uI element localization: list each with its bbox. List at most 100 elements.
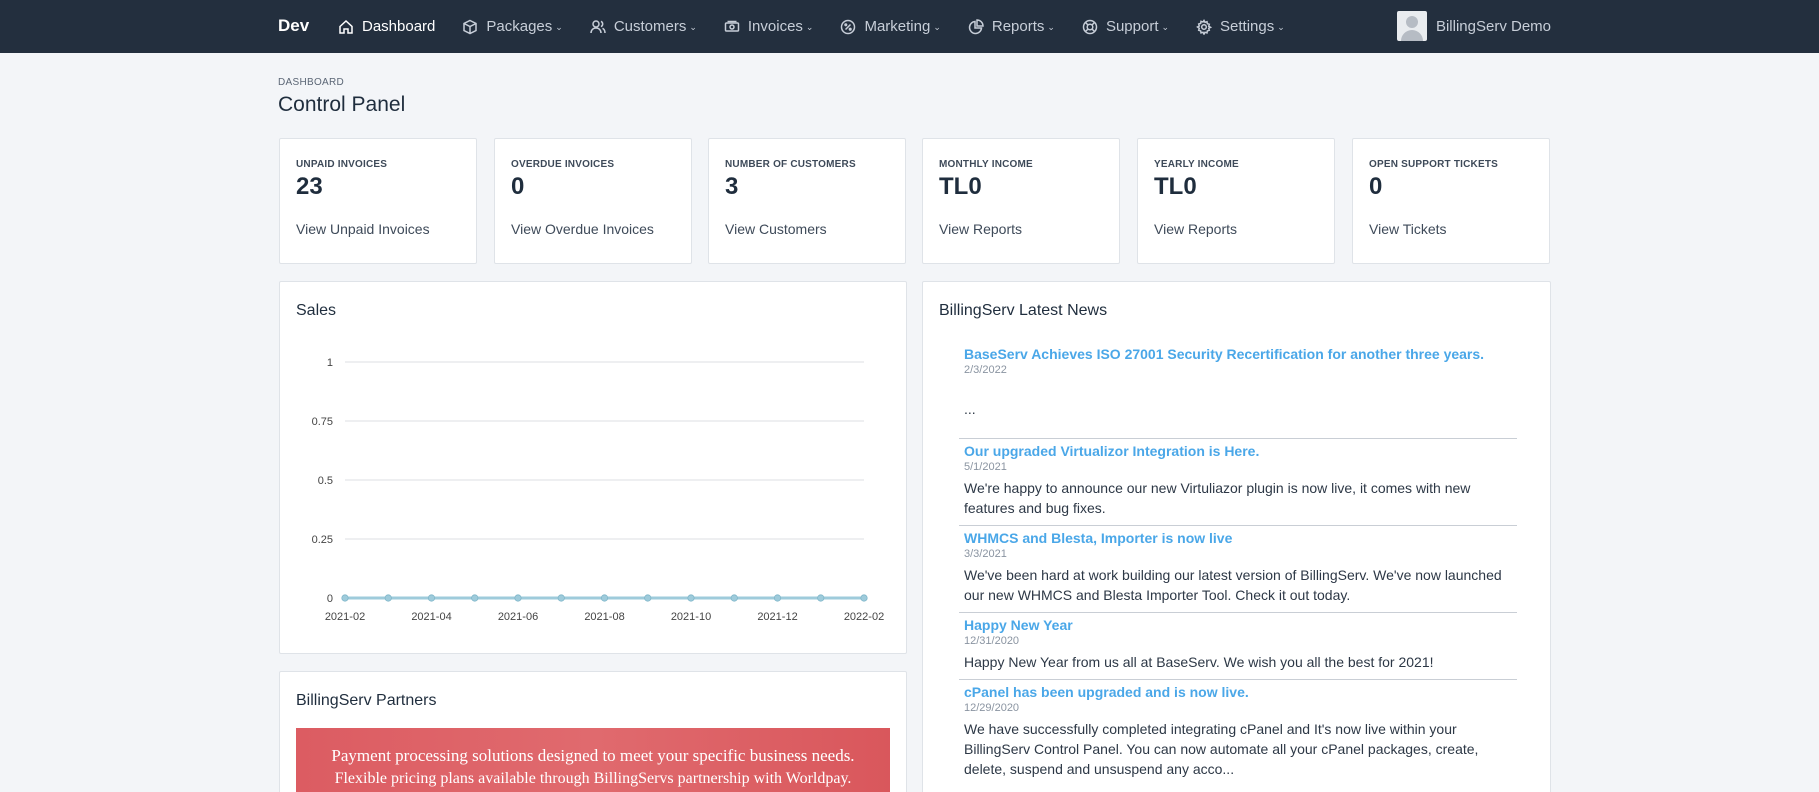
data-point [600,594,609,602]
news-item-date: 12/29/2020 [964,702,1020,714]
data-point [427,594,436,602]
brand-logo[interactable]: Dev [278,16,309,36]
news-item-body: We have successfully completed integrati… [964,721,1479,777]
stat-value: 0 [1369,173,1383,200]
stat-card-unpaid-invoices: UNPAID INVOICES 23 View Unpaid Invoices [279,138,477,264]
data-point [514,594,522,602]
data-point [687,594,695,602]
news-title: BillingServ Latest News [939,302,1108,319]
nav-label: Packages [486,18,553,35]
chevron-down-icon: ⌄ [555,22,563,32]
banner-line: Payment processing solutions designed to… [331,746,855,765]
data-point [384,594,392,602]
partner-banner[interactable]: Payment processing solutions designed to… [296,728,890,792]
stat-label: OPEN SUPPORT TICKETS [1369,159,1499,170]
news-item-body: ... [964,401,976,417]
data-point [817,594,825,602]
y-tick-label: 0.75 [312,416,333,428]
view-overdue-invoices-link[interactable]: View Overdue Invoices [511,221,654,237]
stat-label: YEARLY INCOME [1154,159,1239,170]
percent-icon [841,19,856,34]
data-point [471,594,479,602]
chevron-down-icon: ⌄ [1277,22,1285,32]
news-item-body: We're happy to announce our new Virtulia… [964,480,1471,516]
stat-card-customers: NUMBER OF CUSTOMERS 3 View Customers [708,138,906,264]
partners-panel: BillingServ Partners Payment processing … [279,671,907,792]
x-tick-label: 2022-02 [844,611,884,623]
stat-value: 23 [296,173,323,200]
stat-value: 3 [725,173,739,200]
data-point [773,594,782,602]
pie-chart-icon [968,18,984,34]
breadcrumb: DASHBOARD [278,77,345,88]
chevron-down-icon: ⌄ [805,22,814,32]
nav-label: Invoices [747,18,803,35]
y-tick-label: 0 [327,593,333,605]
nav-reports[interactable]: Reports ⌄ [968,18,1055,35]
view-reports-link[interactable]: View Reports [939,221,1022,237]
stat-card-support-tickets: OPEN SUPPORT TICKETS 0 View Tickets [1352,138,1550,264]
news-item-title[interactable]: cPanel has been upgraded and is now live… [964,684,1512,700]
sales-chart: 0 0.25 0.5 0.75 1 2021-02 2021-04 2021-06 2021-0… [312,357,885,623]
lifebuoy-icon [1082,19,1098,34]
data-point [341,594,349,602]
nav-label: Dashboard [362,18,436,35]
chevron-down-icon: ⌄ [1047,22,1055,32]
stat-label: OVERDUE INVOICES [511,159,615,170]
banner-line: Flexible pricing plans available through… [334,770,852,787]
nav-support[interactable]: Support ⌄ [1082,18,1169,35]
news-item-body: Happy New Year from us all at BaseServ. … [964,654,1434,670]
y-tick-label: 0.5 [318,475,333,487]
box-icon [463,19,478,34]
stat-value: TL0 [939,173,982,200]
nav-customers[interactable]: Customers ⌄ [590,18,697,35]
news-item-title[interactable]: BaseServ Achieves ISO 27001 Security Rec… [964,346,1512,362]
news-item: BaseServ Achieves ISO 27001 Security Rec… [959,342,1517,439]
news-item-title[interactable]: Our upgraded Virtualizor Integration is … [964,443,1512,459]
nav-marketing[interactable]: Marketing ⌄ [840,18,941,35]
news-item-title[interactable]: Happy New Year [964,617,1512,633]
view-reports-link[interactable]: View Reports [1154,221,1237,237]
nav-settings[interactable]: Settings ⌄ [1196,18,1285,35]
y-tick-label: 1 [327,357,333,369]
news-item-date: 3/3/2021 [964,548,1007,560]
news-item-title[interactable]: WHMCS and Blesta, Importer is now live [964,530,1512,546]
gear-icon [1196,18,1213,35]
view-tickets-link[interactable]: View Tickets [1369,221,1447,237]
y-tick-label: 0.25 [312,534,333,546]
stat-card-yearly-income: YEARLY INCOME TL0 View Reports [1137,138,1335,264]
news-item: WHMCS and Blesta, Importer is now live 3… [959,526,1517,613]
news-item: Our upgraded Virtualizor Integration is … [959,439,1517,526]
nav-label: Customers [613,18,687,35]
stat-label: MONTHLY INCOME [939,159,1033,170]
nav-invoices[interactable]: Invoices ⌄ [724,18,814,35]
data-point [557,594,565,602]
page-title: Control Panel [278,93,406,116]
nav-label: Marketing [864,18,931,35]
users-icon [590,19,606,33]
stat-value: 0 [511,173,525,200]
news-item-body: We've been hard at work building our lat… [964,567,1502,603]
x-tick-label: 2021-12 [757,611,797,623]
nav-label: Reports [991,18,1045,35]
news-item: Happy New Year 12/31/2020 Happy New Year… [959,613,1517,680]
nav-dashboard[interactable]: Dashboard [338,18,435,35]
stat-label: UNPAID INVOICES [296,159,388,170]
stat-card-overdue-invoices: OVERDUE INVOICES 0 View Overdue Invoices [494,138,692,264]
data-point [730,594,738,602]
nav-packages[interactable]: Packages ⌄ [462,18,563,35]
user-name: BillingServ Demo [1435,17,1551,35]
x-tick-label: 2021-10 [671,611,711,623]
news-item-date: 2/3/2022 [964,364,1007,376]
user-menu[interactable]: BillingServ Demo [1396,11,1551,41]
stat-value: TL0 [1154,173,1197,200]
news-item-date: 12/31/2020 [964,635,1020,647]
chevron-down-icon: ⌄ [689,22,697,32]
main-nav: Dashboard Packages ⌄ Customers ⌄ Invoice… [338,0,1312,53]
chevron-down-icon: ⌄ [1161,22,1170,32]
stat-card-monthly-income: MONTHLY INCOME TL0 View Reports [922,138,1120,264]
view-unpaid-invoices-link[interactable]: View Unpaid Invoices [296,221,430,237]
x-tick-label: 2021-08 [584,611,624,623]
view-customers-link[interactable]: View Customers [725,221,827,237]
data-point [860,594,868,602]
